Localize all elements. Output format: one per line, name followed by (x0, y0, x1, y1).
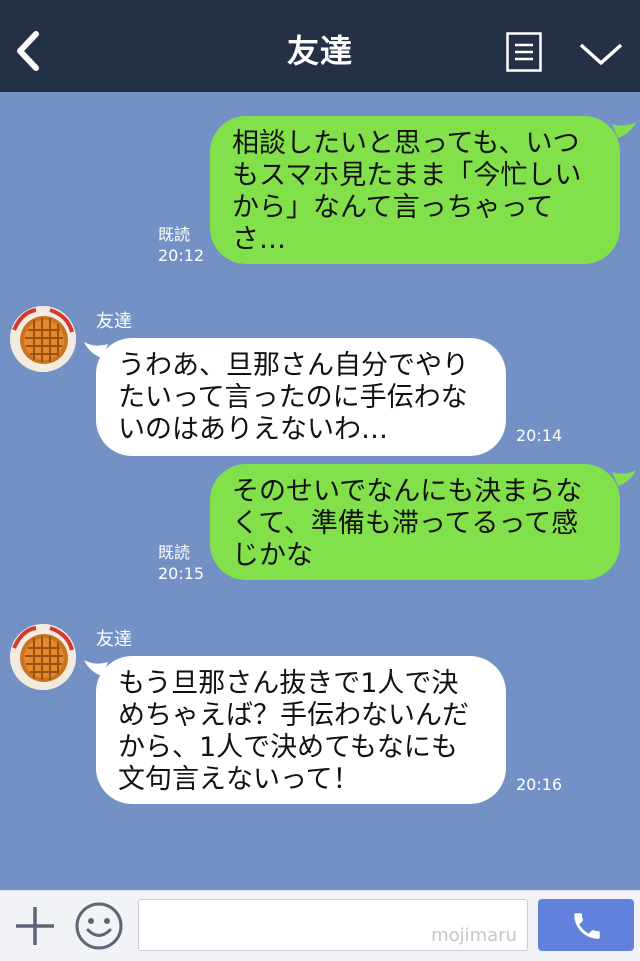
chat-header: 友達 (0, 0, 640, 92)
bubble-tail (612, 470, 636, 486)
call-button[interactable] (538, 899, 634, 951)
message-status: 既読 20:12 (158, 224, 204, 266)
bubble-tail (612, 122, 636, 138)
message-text: そのせいでなんにも決まらなくて、準備も滞ってるって感じかな (232, 476, 583, 571)
phone-icon (574, 913, 600, 939)
pie-avatar-icon (10, 306, 76, 372)
message-status: 既読 20:15 (158, 542, 204, 584)
friend-avatar[interactable] (10, 624, 76, 690)
message-time: 20:16 (516, 775, 563, 794)
message-time: 20:15 (158, 564, 205, 583)
plus-icon[interactable] (14, 905, 56, 947)
sender-name: 友達 (96, 629, 132, 650)
read-label: 既読 (158, 225, 191, 244)
message-text: 相談したいと思っても、いつもスマホ見たまま「今忙しいから」なんて言っちゃってさ… (232, 128, 582, 255)
sender-name: 友達 (96, 311, 132, 332)
pie-avatar-icon (10, 624, 76, 690)
message-time: 20:12 (158, 246, 205, 265)
read-label: 既読 (158, 543, 191, 562)
input-bar: mojimaru (0, 890, 640, 961)
message-text: もう旦那さん抜きで1人で決めちゃえば？手伝わないんだから、1人で決めてもなにも文… (118, 668, 469, 795)
incoming-message[interactable]: もう旦那さん抜きで1人で決めちゃえば？手伝わないんだから、1人で決めてもなにも文… (96, 656, 506, 804)
memo-icon[interactable] (506, 32, 542, 72)
outgoing-message[interactable]: 相談したいと思っても、いつもスマホ見たまま「今忙しいから」なんて言っちゃってさ… (210, 116, 620, 264)
friend-avatar[interactable] (10, 306, 76, 372)
message-text: うわあ、旦那さん自分でやりたいって言ったのに手伝わないのはありえないわ… (118, 350, 469, 445)
message-input[interactable]: mojimaru (138, 899, 528, 951)
watermark-text: mojimaru (431, 925, 517, 946)
message-time: 20:14 (516, 426, 563, 445)
chat-title: 友達 (286, 32, 353, 70)
chevron-down-icon[interactable] (578, 40, 624, 68)
incoming-message[interactable]: うわあ、旦那さん自分でやりたいって言ったのに手伝わないのはありえないわ… (96, 338, 506, 456)
outgoing-message[interactable]: そのせいでなんにも決まらなくて、準備も滞ってるって感じかな (210, 464, 620, 580)
smile-icon[interactable] (74, 901, 124, 951)
